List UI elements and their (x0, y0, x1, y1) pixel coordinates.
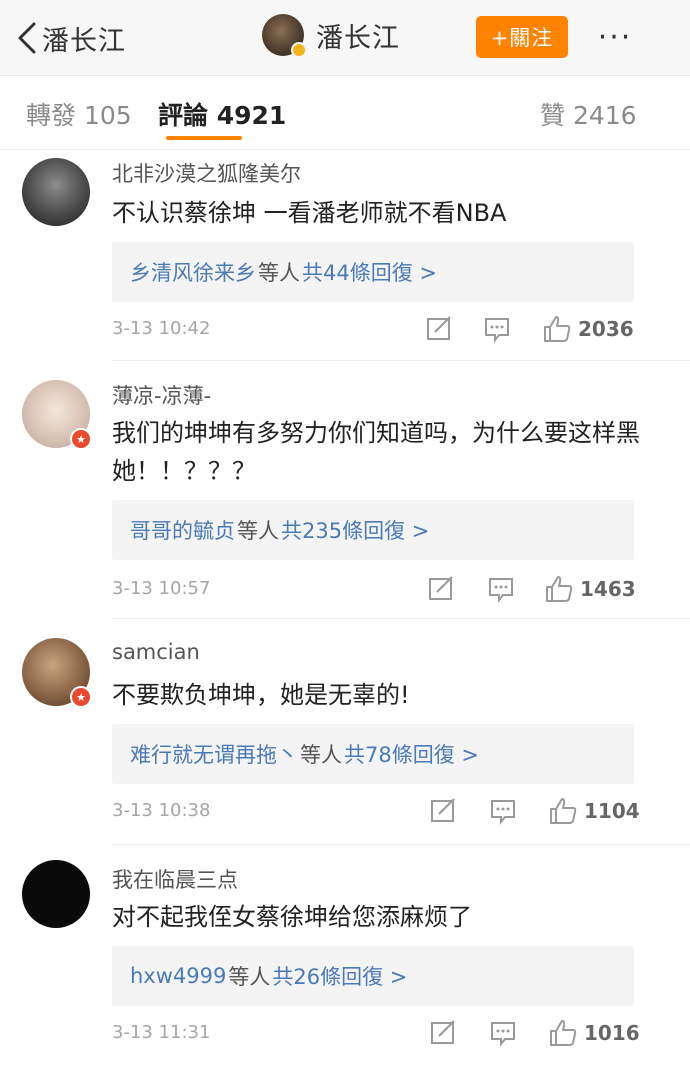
tab-comments[interactable]: 評論 4921 (158, 96, 286, 132)
comment-text: 对不起我侄女蔡徐坤给您添麻烦了 (112, 903, 472, 931)
follow-button[interactable]: +關注 (476, 16, 568, 58)
comment-text: 不要欺负坤坤，她是无辜的! (112, 681, 410, 709)
comment-username[interactable]: 北非沙漠之狐隆美尔 (112, 158, 301, 188)
comment-icon[interactable] (488, 1018, 518, 1048)
profile-name: 潘长江 (316, 22, 400, 54)
top-nav-bar: 潘长江 潘长江 +關注 ··· (0, 0, 690, 76)
reply-users-link[interactable]: 哥哥的毓贞 (130, 515, 235, 545)
comment-item: 北非沙漠之狐隆美尔 不认识蔡徐坤 一看潘老师就不看NBA 乡清风徐来乡 等人 共… (0, 150, 690, 362)
chevron-left-icon (18, 22, 36, 54)
tab-label: 贊 (540, 101, 566, 130)
verified-badge-icon: ★ (70, 428, 92, 450)
comment-meta: 3-13 11:31 1016 (112, 1018, 642, 1052)
divider (112, 618, 690, 619)
like-count: 1104 (584, 799, 640, 823)
comment-text: 我们的坤坤有多努力你们知道吗，为什么要这样黑她！！？？？ (112, 419, 640, 485)
repost-icon[interactable] (428, 796, 458, 826)
like-icon[interactable] (548, 1018, 578, 1048)
reply-etc-label: 等人 (228, 965, 271, 989)
comment-item: ★ samcian 不要欺负坤坤，她是无辜的! 难行就无谓再拖丶 等人 共78條… (0, 620, 690, 846)
comment-icon[interactable] (482, 314, 512, 344)
comment-icon[interactable] (488, 796, 518, 826)
like-count: 2036 (578, 317, 634, 341)
tab-reposts[interactable]: 轉發 105 (26, 96, 132, 132)
replies-summary[interactable]: 哥哥的毓贞 等人 共235條回復 > (112, 500, 634, 560)
comment-username[interactable]: 薄凉-凉薄- (112, 380, 211, 410)
comment-item: 我在临晨三点 对不起我侄女蔡徐坤给您添麻烦了 hxw4999 等人 共26條回復… (0, 846, 690, 1066)
tab-label: 評論 (158, 101, 209, 130)
comment-text: 不认识蔡徐坤 一看潘老师就不看NBA (112, 199, 507, 227)
reply-etc-label: 等人 (300, 743, 342, 767)
more-icon[interactable]: ··· (590, 20, 640, 55)
like-icon[interactable] (544, 574, 574, 604)
divider (112, 844, 690, 845)
back-button[interactable]: 潘长江 (16, 18, 126, 58)
reply-etc-label: 等人 (258, 261, 300, 285)
tab-likes[interactable]: 贊 2416 (540, 96, 637, 132)
comment-icon[interactable] (486, 574, 516, 604)
profile-header[interactable]: 潘长江 (262, 14, 400, 58)
like-icon[interactable] (548, 796, 578, 826)
divider (112, 360, 690, 361)
reply-users-link[interactable]: hxw4999 (130, 964, 226, 988)
repost-icon[interactable] (428, 1018, 458, 1048)
avatar[interactable]: ★ (22, 380, 92, 450)
repost-icon[interactable] (424, 314, 454, 344)
like-icon[interactable] (542, 314, 572, 344)
tab-count: 2416 (572, 101, 637, 130)
verified-badge-icon: ★ (70, 686, 92, 708)
active-tab-indicator (166, 136, 242, 140)
replies-summary[interactable]: 难行就无谓再拖丶 等人 共78條回復 > (112, 724, 634, 784)
tab-count: 105 (83, 101, 132, 130)
tab-bar: 轉發 105 評論 4921 贊 2416 (0, 76, 690, 150)
comment-meta: 3-13 10:38 1104 (112, 796, 642, 830)
back-label: 潘长江 (42, 25, 126, 57)
tab-count: 4921 (216, 101, 287, 130)
comment-time: 3-13 10:42 (112, 318, 211, 339)
comment-item: ★ 薄凉-凉薄- 我们的坤坤有多努力你们知道吗，为什么要这样黑她！！？？？ 哥哥… (0, 362, 690, 620)
avatar[interactable] (22, 860, 90, 928)
comment-time: 3-13 10:57 (112, 578, 211, 599)
comment-time: 3-13 11:31 (112, 1022, 211, 1043)
avatar[interactable] (262, 14, 307, 58)
reply-count-link[interactable]: 共44條回復 > (302, 257, 437, 287)
like-count: 1463 (580, 577, 636, 601)
tab-label: 轉發 (26, 101, 77, 130)
repost-icon[interactable] (426, 574, 456, 604)
comment-username[interactable]: 我在临晨三点 (112, 864, 238, 894)
avatar[interactable]: ★ (22, 638, 92, 708)
reply-count-link[interactable]: 共26條回復 > (272, 961, 407, 991)
avatar[interactable] (22, 158, 90, 226)
verified-gold-icon (291, 42, 307, 58)
reply-users-link[interactable]: 难行就无谓再拖丶 (130, 739, 298, 769)
replies-summary[interactable]: 乡清风徐来乡 等人 共44條回復 > (112, 242, 634, 302)
replies-summary[interactable]: hxw4999 等人 共26條回復 > (112, 946, 634, 1006)
comment-meta: 3-13 10:42 2036 (112, 314, 642, 348)
like-count: 1016 (584, 1021, 640, 1045)
reply-etc-label: 等人 (237, 519, 279, 543)
comment-time: 3-13 10:38 (112, 800, 211, 821)
reply-count-link[interactable]: 共235條回復 > (281, 515, 429, 545)
reply-users-link[interactable]: 乡清风徐来乡 (130, 257, 256, 287)
comment-username[interactable]: samcian (112, 640, 200, 664)
reply-count-link[interactable]: 共78條回復 > (344, 739, 479, 769)
comment-meta: 3-13 10:57 1463 (112, 574, 642, 608)
